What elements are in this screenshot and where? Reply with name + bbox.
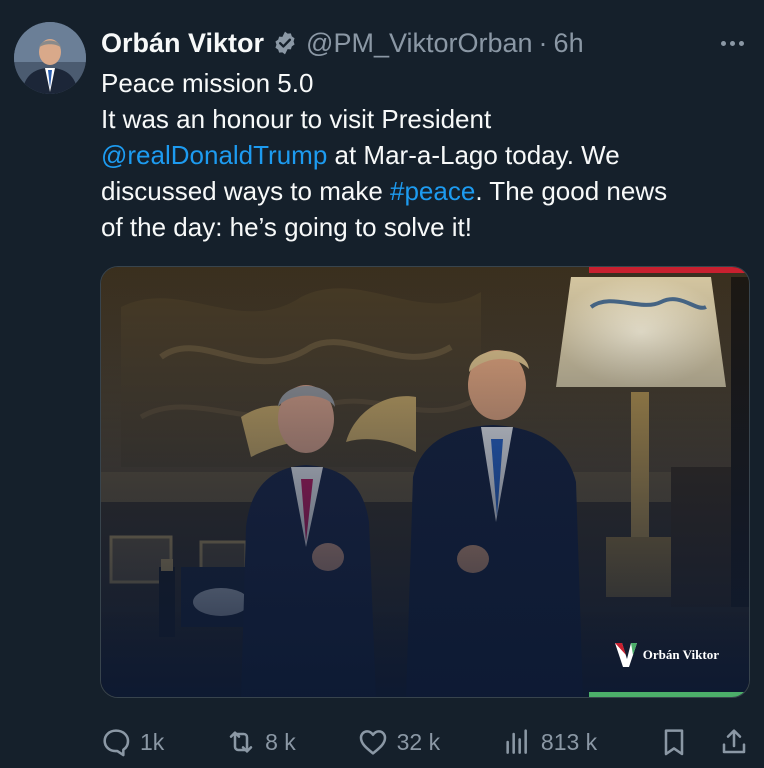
reply-count: 1k [140, 728, 165, 755]
tweet-text-segment: Peace mission 5.0 [101, 68, 314, 98]
watermark-text: Orbán Viktor [642, 647, 719, 662]
verified-badge-icon[interactable] [272, 30, 298, 56]
repost-icon [229, 731, 253, 753]
tweet-header: Orbán Viktor @PM_ViktorOrban · 6h [101, 26, 744, 60]
views-button[interactable]: 813 k [501, 726, 597, 758]
bookmark-button[interactable] [658, 726, 690, 758]
tweet-photo[interactable]: Orbán Viktor [100, 266, 750, 698]
watermark-logo-icon [614, 643, 637, 667]
tweet-text-segment: It was an honour to visit President [101, 104, 492, 134]
bookmark-icon [664, 729, 684, 756]
views-count: 813 k [540, 728, 598, 755]
reply-icon [103, 729, 130, 757]
tweet-text-line: Peace mission 5.0 [101, 65, 751, 101]
hashtag-link[interactable]: #peace [390, 176, 475, 206]
like-button[interactable]: 32 k [357, 726, 440, 758]
share-button[interactable] [718, 726, 750, 758]
author-handle[interactable]: @PM_ViktorOrban [306, 28, 533, 59]
tweet-text-segment: . The good news [475, 176, 668, 206]
more-options-icon[interactable] [721, 26, 744, 60]
views-icon [506, 729, 527, 754]
action-tail [658, 726, 750, 758]
repost-button[interactable]: 8 k [225, 726, 296, 758]
author-name[interactable]: Orbán Viktor [101, 28, 264, 59]
tweet-text-line: discussed ways to make #peace. The good … [101, 173, 751, 209]
tweet-text-line: @realDonaldTrump at Mar-a-Lago today. We [101, 137, 751, 173]
tweet-time[interactable]: 6h [554, 28, 584, 59]
accent-bar-bottom [589, 692, 749, 697]
tweet-text: Peace mission 5.0 It was an honour to vis… [101, 65, 751, 245]
avatar-image [14, 22, 86, 94]
tweet-text-line: of the day: he’s going to solve it! [101, 209, 751, 245]
share-icon [722, 729, 746, 754]
photo-watermark: Orbán Viktor [614, 643, 719, 667]
mention-link[interactable]: @realDonaldTrump [101, 140, 327, 170]
heart-icon [359, 730, 386, 755]
author-avatar[interactable] [14, 22, 86, 94]
separator-dot: · [538, 27, 548, 58]
tweet-text-segment: at Mar-a-Lago today. We [327, 140, 620, 170]
tweet-text-segment: discussed ways to make [101, 176, 391, 206]
action-bar: 1k 8 k 32 k 813 k [100, 722, 750, 762]
accent-bar-top [589, 267, 749, 273]
tweet-text-line: It was an honour to visit President [101, 101, 751, 137]
repost-count: 8 k [265, 728, 296, 755]
tweet-text-segment: of the day: he’s going to solve it! [101, 212, 472, 242]
photo-image [101, 267, 749, 697]
like-count: 32 k [396, 728, 441, 755]
reply-button[interactable]: 1k [100, 726, 164, 758]
